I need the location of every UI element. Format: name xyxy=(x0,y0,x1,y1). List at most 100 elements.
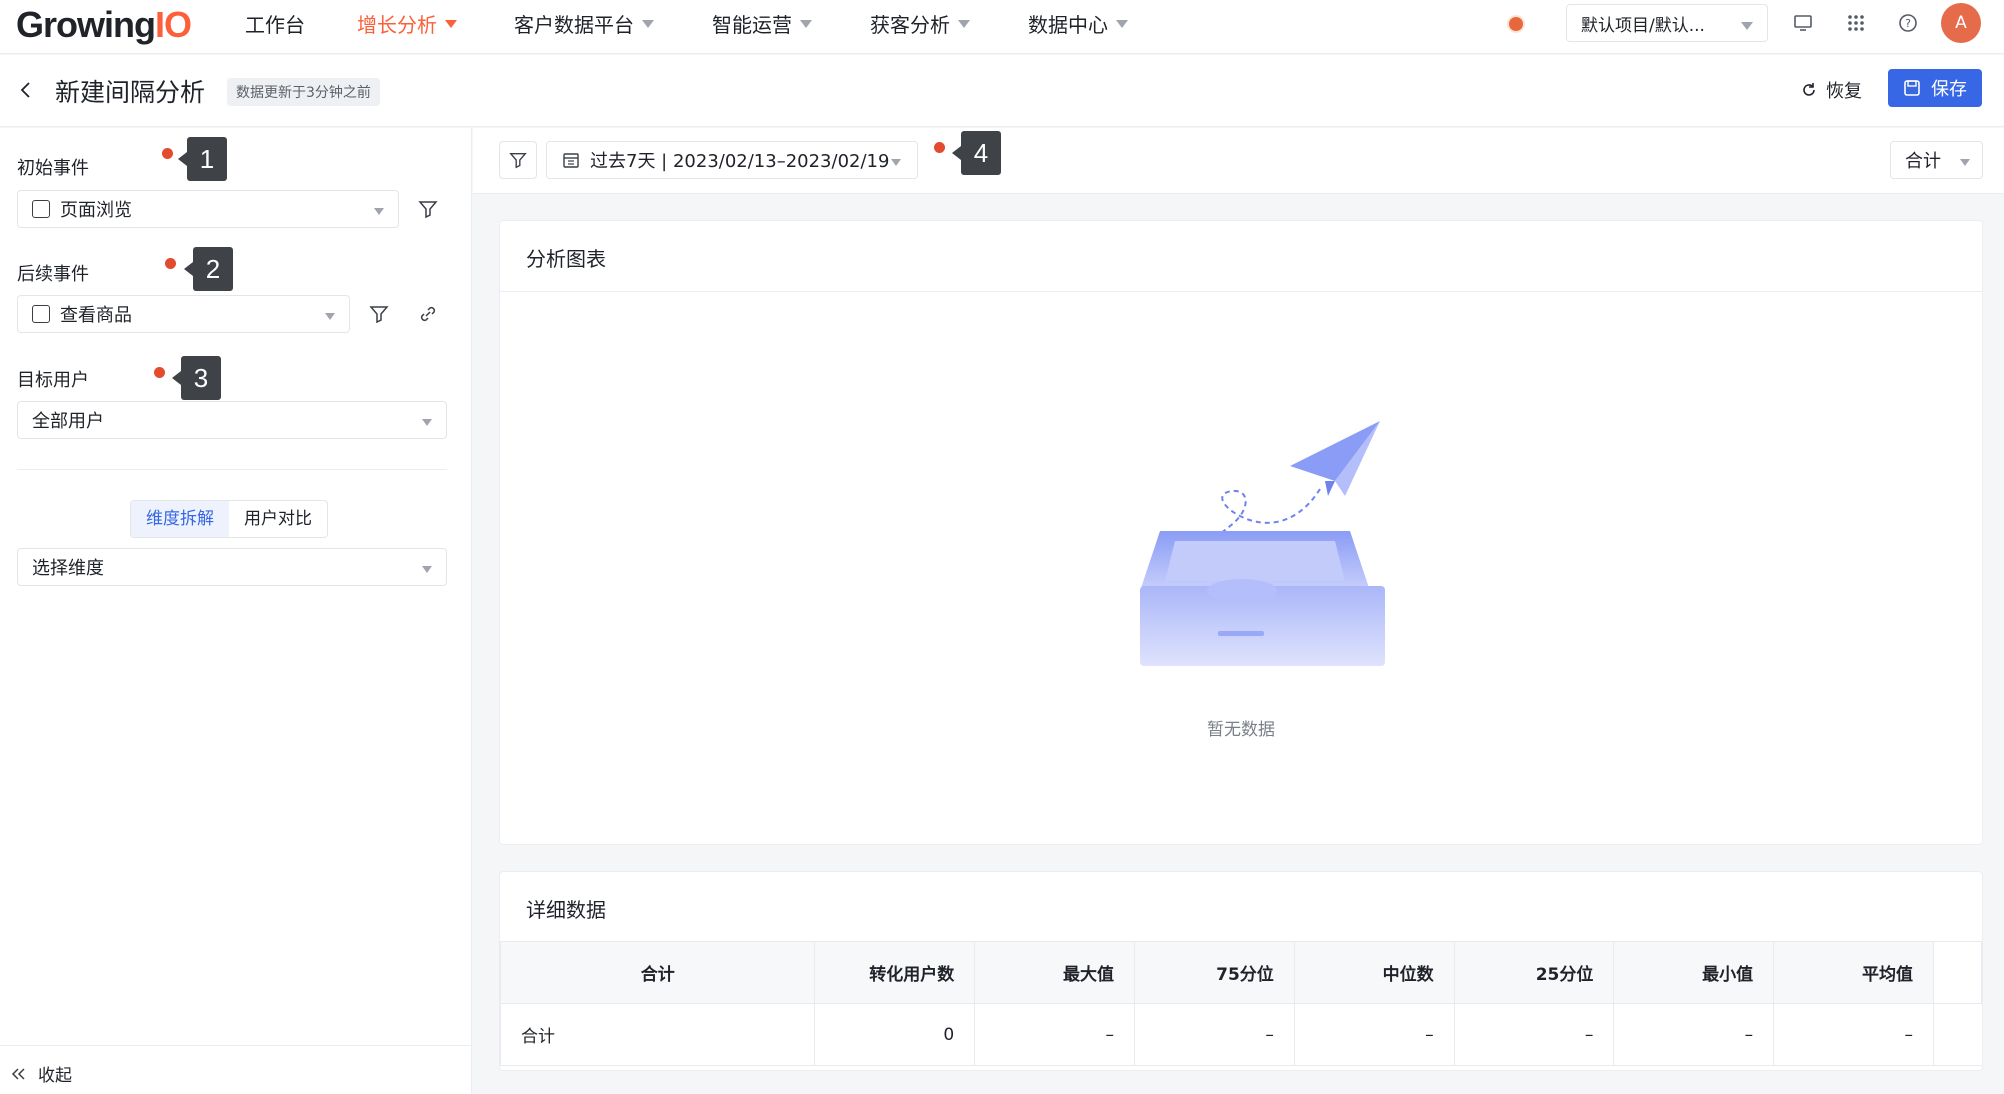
aggregate-select[interactable]: 合计 xyxy=(1890,141,1983,179)
chevron-down-icon xyxy=(891,159,901,166)
nav-cdp[interactable]: 客户数据平台 xyxy=(514,10,654,37)
nav-label: 增长分析 xyxy=(357,12,437,37)
chevron-down-icon xyxy=(325,313,335,320)
follow-event-label: 后续事件 xyxy=(17,264,89,285)
chart-card-title: 分析图表 xyxy=(526,247,606,271)
back-arrow-icon[interactable] xyxy=(18,80,34,100)
nav-label: 客户数据平台 xyxy=(514,12,634,37)
column-header[interactable]: 25分位 xyxy=(1453,941,1615,1004)
growingio-logo[interactable]: GrowingIO xyxy=(16,4,192,46)
page-header: 新建间隔分析 数据更新于3分钟之前 恢复 保存 xyxy=(0,55,2004,127)
follow-event-select[interactable]: 查看商品 xyxy=(17,295,350,333)
chevron-down-icon xyxy=(1116,20,1128,28)
config-sidebar: 初始事件 1 页面浏览 后续事件 2 查看商品 目标用户 3 全部用户 维度拆解… xyxy=(0,128,472,1094)
table-cell-spacer xyxy=(1932,1003,1982,1066)
table-cell: – xyxy=(1134,1003,1295,1066)
table-cell: 0 xyxy=(814,1003,976,1066)
annotation-tag-4: 4 xyxy=(952,131,1001,175)
help-icon[interactable]: ? xyxy=(1897,12,1919,34)
annotation-dot xyxy=(934,142,945,153)
filter-icon[interactable] xyxy=(368,303,390,325)
initial-event-select[interactable]: 页面浏览 xyxy=(17,190,399,228)
filter-icon[interactable] xyxy=(417,198,439,220)
chevron-down-icon xyxy=(422,566,432,573)
divider xyxy=(17,469,447,470)
restore-button[interactable]: 恢复 xyxy=(1800,77,1862,103)
detail-data-card: 详细数据 合计 转化用户数 最大值 75分位 中位数 25分位 最小值 平均值 … xyxy=(499,871,1983,1071)
project-select[interactable]: 默认项目/默认... xyxy=(1566,4,1768,42)
annotation-tag-3: 3 xyxy=(172,356,221,400)
monitor-icon[interactable] xyxy=(1792,12,1814,34)
restore-label: 恢复 xyxy=(1826,81,1862,102)
double-chevron-left-icon xyxy=(11,1067,25,1080)
dimension-select[interactable]: 选择维度 xyxy=(17,548,447,586)
calendar-icon xyxy=(563,153,579,168)
nav-workbench[interactable]: 工作台 xyxy=(245,10,305,37)
date-range-picker[interactable]: 过去7天 | 2023/02/13–2023/02/19 xyxy=(546,141,918,179)
divider xyxy=(0,1045,472,1046)
target-user-select[interactable]: 全部用户 xyxy=(17,401,447,439)
tab-dimension-breakdown[interactable]: 维度拆解 xyxy=(131,501,229,537)
annotation-dot xyxy=(154,367,165,378)
column-spacer xyxy=(1932,941,1982,1004)
chevron-down-icon xyxy=(422,419,432,426)
target-user-label: 目标用户 xyxy=(17,370,89,391)
chevron-down-icon xyxy=(445,20,457,28)
link-icon[interactable] xyxy=(417,303,439,325)
page-title: 新建间隔分析 xyxy=(55,78,206,107)
table-cell: – xyxy=(1773,1003,1934,1066)
detail-data-table: 合计 转化用户数 最大值 75分位 中位数 25分位 最小值 平均值 合计 0 … xyxy=(500,941,1982,1066)
initial-event-value: 页面浏览 xyxy=(60,200,132,221)
nav-smart-ops[interactable]: 智能运营 xyxy=(712,10,812,37)
annotation-dot xyxy=(165,258,176,269)
column-header[interactable]: 75分位 xyxy=(1134,941,1295,1004)
follow-event-value: 查看商品 xyxy=(60,305,132,326)
project-select-value: 默认项目/默认... xyxy=(1581,15,1705,36)
chevron-down-icon xyxy=(800,20,812,28)
chevron-down-icon xyxy=(642,20,654,28)
chevron-down-icon xyxy=(374,208,384,215)
svg-text:?: ? xyxy=(1905,17,1911,30)
chevron-down-icon xyxy=(1960,159,1970,166)
chevron-down-icon xyxy=(1741,22,1753,30)
top-nav: GrowingIO 工作台 增长分析 客户数据平台 智能运营 获客分析 数据中心… xyxy=(0,0,2004,54)
column-header[interactable]: 最小值 xyxy=(1613,941,1775,1004)
annotation-tag-2: 2 xyxy=(184,247,233,291)
tab-user-compare[interactable]: 用户对比 xyxy=(229,501,327,537)
notification-icon[interactable] xyxy=(1507,15,1525,33)
refresh-icon xyxy=(1803,83,1815,96)
column-header[interactable]: 合计 xyxy=(500,941,816,1004)
table-cell: – xyxy=(1453,1003,1615,1066)
table-header-row: 合计 转化用户数 最大值 75分位 中位数 25分位 最小值 平均值 xyxy=(500,941,1982,1004)
collapse-label: 收起 xyxy=(38,1066,72,1086)
filter-icon xyxy=(509,152,527,169)
nav-data-center[interactable]: 数据中心 xyxy=(1028,10,1128,37)
column-header[interactable]: 中位数 xyxy=(1293,941,1455,1004)
global-filter-button[interactable] xyxy=(499,141,537,179)
collapse-sidebar-button[interactable]: 收起 xyxy=(10,1061,72,1086)
save-button[interactable]: 保存 xyxy=(1888,69,1982,107)
nav-label: 工作台 xyxy=(245,12,305,37)
save-label: 保存 xyxy=(1931,79,1967,100)
date-range-value: 过去7天 | 2023/02/13–2023/02/19 xyxy=(590,151,890,172)
analysis-toolbar: 过去7天 | 2023/02/13–2023/02/19 4 合计 xyxy=(473,128,2004,194)
chevron-down-icon xyxy=(958,20,970,28)
analysis-mode-toggle: 维度拆解 用户对比 xyxy=(130,500,328,538)
table-cell: – xyxy=(974,1003,1136,1066)
table-cell: – xyxy=(1293,1003,1455,1066)
nav-label: 获客分析 xyxy=(870,12,950,37)
user-avatar[interactable]: A xyxy=(1941,3,1981,43)
table-row: 合计 0 – – – – – – xyxy=(500,1003,1982,1066)
dimension-placeholder: 选择维度 xyxy=(32,558,104,579)
column-header[interactable]: 转化用户数 xyxy=(814,941,976,1004)
column-header[interactable]: 最大值 xyxy=(974,941,1136,1004)
custom-event-icon xyxy=(32,305,50,323)
table-cell: 合计 xyxy=(500,1003,816,1066)
divider xyxy=(500,291,1982,292)
nav-growth-analysis[interactable]: 增长分析 xyxy=(357,10,457,37)
column-header[interactable]: 平均值 xyxy=(1773,941,1934,1004)
apps-grid-icon[interactable] xyxy=(1845,12,1867,34)
logo-text: Growing xyxy=(16,4,156,45)
nav-acquisition[interactable]: 获客分析 xyxy=(870,10,970,37)
aggregate-value: 合计 xyxy=(1905,151,1941,172)
